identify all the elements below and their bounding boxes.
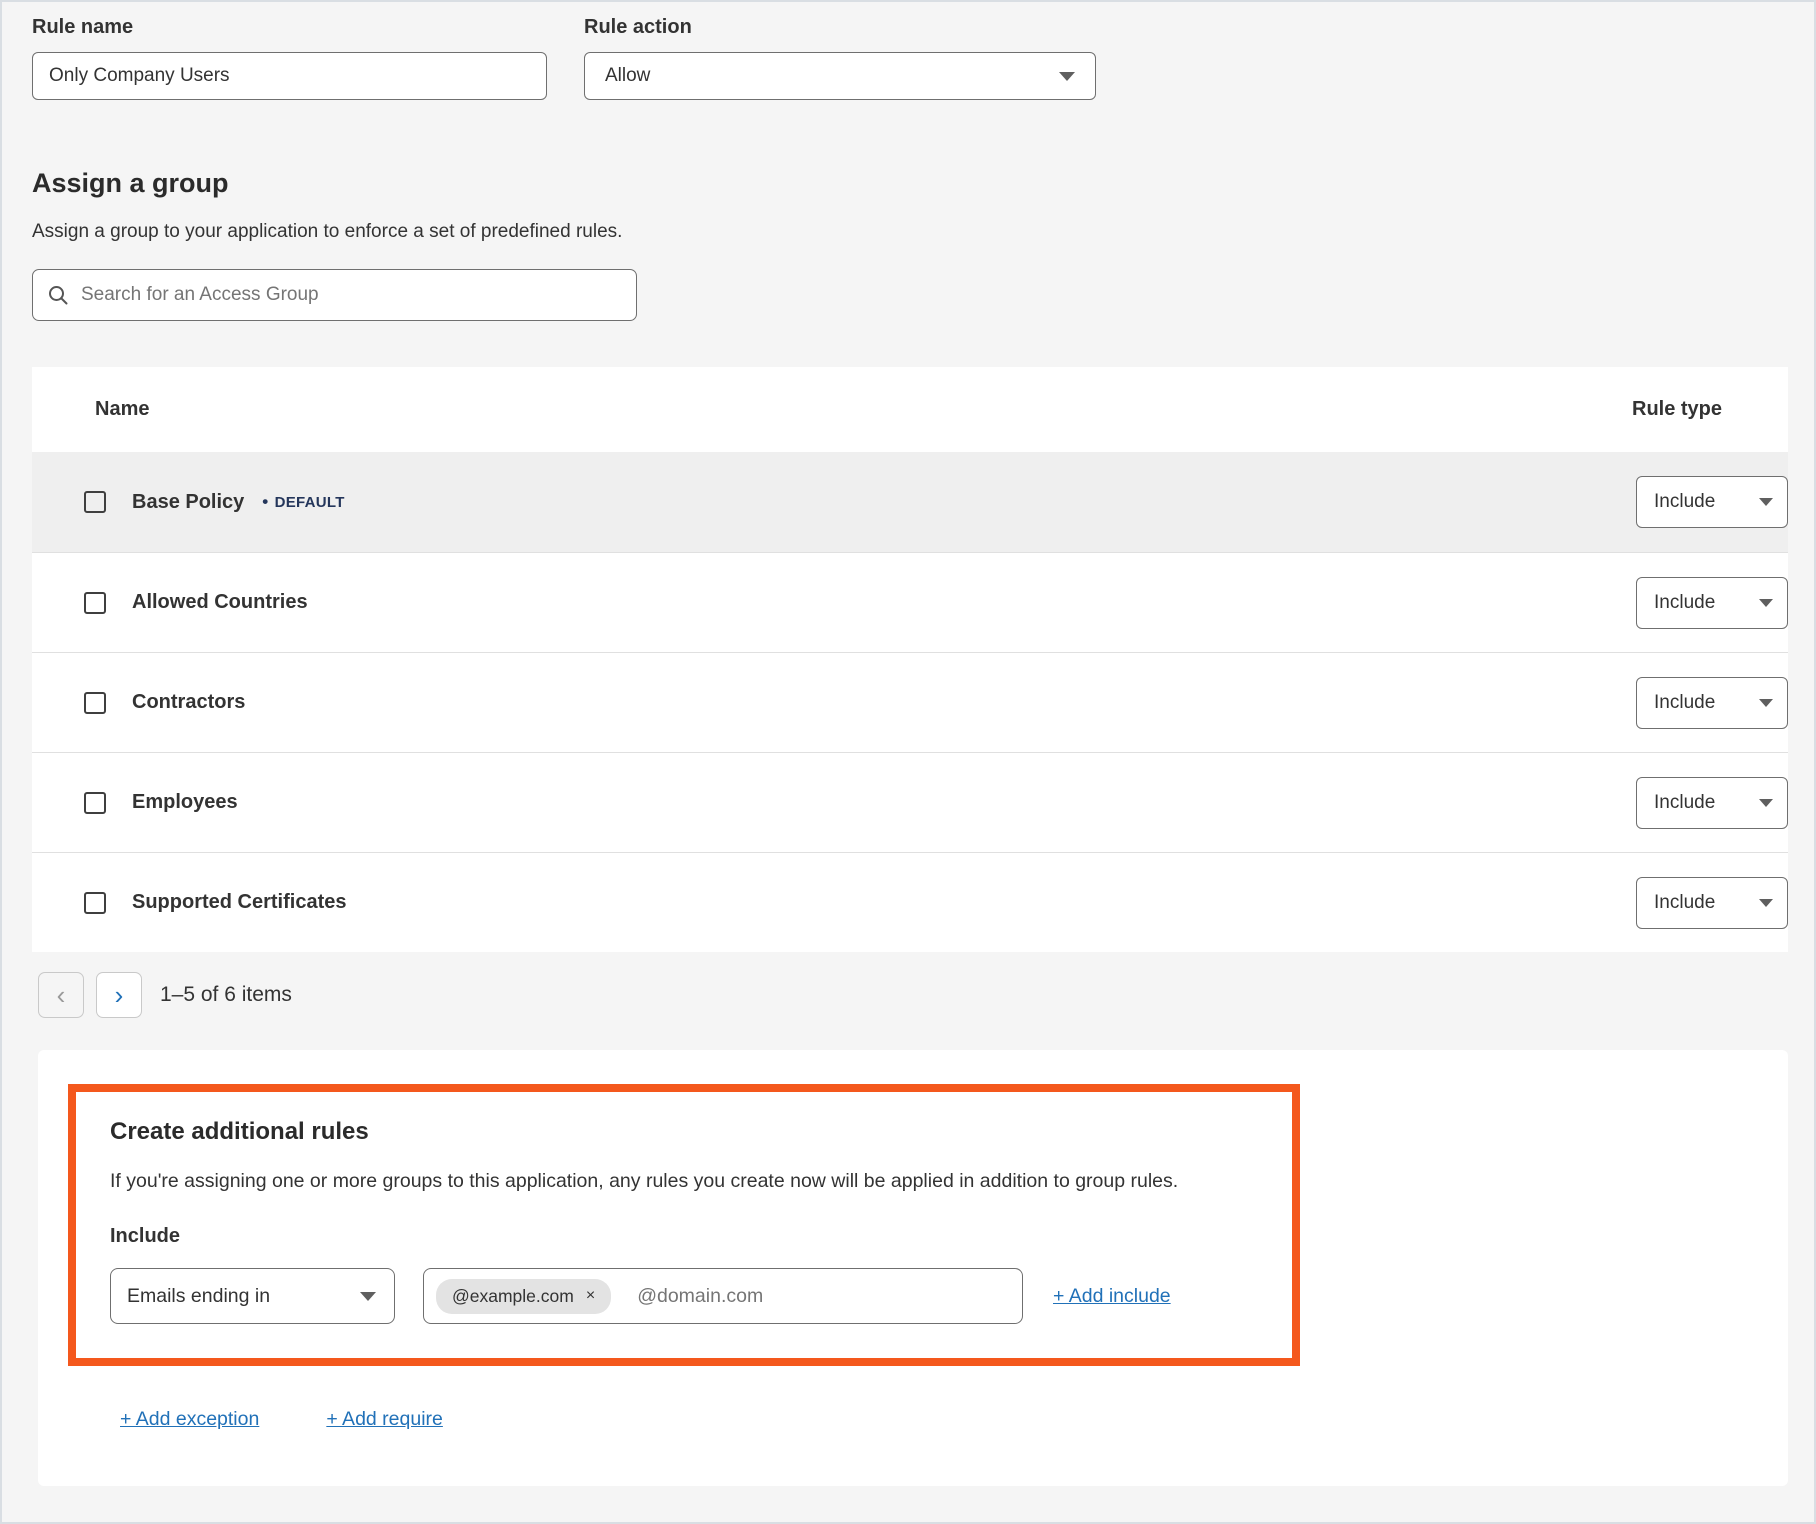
rule-type-select[interactable]: Include — [1636, 577, 1788, 629]
table-header-row: Name Rule type — [32, 367, 1788, 452]
rule-type-value: Include — [1654, 592, 1715, 614]
search-icon — [47, 284, 69, 306]
chevron-down-icon — [1759, 699, 1773, 707]
access-group-search[interactable] — [32, 269, 637, 321]
pagination: ‹ › 1–5 of 6 items — [38, 972, 1814, 1018]
rule-action-value: Allow — [605, 65, 650, 87]
rule-type-value: Include — [1654, 491, 1715, 513]
pagination-label: 1–5 of 6 items — [160, 983, 292, 1007]
next-page-button[interactable]: › — [96, 972, 142, 1018]
table-row: Allowed Countries Include — [32, 552, 1788, 652]
rule-type-select[interactable]: Include — [1636, 877, 1788, 929]
rule-type-select[interactable]: Include — [1636, 476, 1788, 528]
chevron-down-icon — [360, 1292, 376, 1301]
table-row: Employees Include — [32, 752, 1788, 852]
row-checkbox[interactable] — [84, 592, 106, 614]
search-input[interactable] — [81, 270, 622, 320]
additional-rules-heading: Create additional rules — [110, 1118, 1258, 1146]
add-exception-link[interactable]: + Add exception — [120, 1408, 259, 1431]
row-group-name: Employees — [132, 791, 238, 814]
table-body: Base Policy •DEFAULT Include Allowed Cou… — [32, 452, 1788, 952]
column-header-rule-type: Rule type — [1632, 398, 1722, 421]
row-checkbox[interactable] — [84, 892, 106, 914]
condition-value: Emails ending in — [127, 1285, 270, 1308]
chevron-down-icon — [1759, 899, 1773, 907]
rule-type-select[interactable]: Include — [1636, 777, 1788, 829]
highlight-annotation-box: Create additional rules If you're assign… — [68, 1084, 1300, 1366]
email-chip-value: @example.com — [452, 1286, 574, 1307]
badge-dot: • — [262, 492, 268, 511]
column-header-name: Name — [95, 398, 149, 421]
chevron-down-icon — [1759, 599, 1773, 607]
include-rule-controls: Emails ending in @example.com × @domain.… — [110, 1268, 1258, 1324]
chevron-right-icon: › — [115, 982, 124, 1008]
footer-links: + Add exception + Add require — [120, 1408, 1788, 1431]
additional-rules-description: If you're assigning one or more groups t… — [110, 1170, 1258, 1193]
rule-form: Rule name Rule action Allow — [2, 2, 1814, 100]
rule-type-select[interactable]: Include — [1636, 677, 1788, 729]
row-group-name: Allowed Countries — [132, 591, 308, 614]
row-group-name: Base Policy — [132, 491, 244, 514]
rule-type-value: Include — [1654, 892, 1715, 914]
row-group-name: Contractors — [132, 691, 245, 714]
table-row: Base Policy •DEFAULT Include — [32, 452, 1788, 552]
row-checkbox[interactable] — [84, 491, 106, 513]
access-groups-table: Name Rule type Base Policy •DEFAULT Incl… — [32, 367, 1788, 952]
chip-close-icon[interactable]: × — [586, 1288, 595, 1304]
email-domain-input[interactable]: @example.com × @domain.com — [423, 1268, 1023, 1324]
chevron-down-icon — [1059, 72, 1075, 81]
row-checkbox[interactable] — [84, 792, 106, 814]
add-include-link[interactable]: + Add include — [1053, 1285, 1171, 1308]
condition-select[interactable]: Emails ending in — [110, 1268, 395, 1324]
add-require-link[interactable]: + Add require — [326, 1408, 443, 1431]
assign-group-description: Assign a group to your application to en… — [32, 221, 1814, 243]
rule-type-value: Include — [1654, 792, 1715, 814]
rule-action-select[interactable]: Allow — [584, 52, 1096, 100]
assign-group-heading: Assign a group — [32, 168, 1814, 199]
table-row: Contractors Include — [32, 652, 1788, 752]
email-input-placeholder: @domain.com — [637, 1285, 763, 1308]
additional-rules-panel: Create additional rules If you're assign… — [38, 1050, 1788, 1486]
include-label: Include — [110, 1225, 1258, 1248]
rule-action-label: Rule action — [584, 16, 1096, 39]
rule-name-label: Rule name — [32, 16, 547, 39]
default-badge: •DEFAULT — [262, 492, 344, 512]
rule-name-field-group: Rule name — [32, 16, 547, 100]
email-chip: @example.com × — [436, 1279, 611, 1314]
row-checkbox[interactable] — [84, 692, 106, 714]
rule-type-value: Include — [1654, 692, 1715, 714]
chevron-down-icon — [1759, 498, 1773, 506]
rule-name-input[interactable] — [32, 52, 547, 100]
chevron-down-icon — [1759, 799, 1773, 807]
row-group-name: Supported Certificates — [132, 891, 346, 914]
table-row: Supported Certificates Include — [32, 852, 1788, 952]
chevron-left-icon: ‹ — [57, 982, 66, 1008]
rule-action-field-group: Rule action Allow — [584, 16, 1096, 100]
previous-page-button[interactable]: ‹ — [38, 972, 84, 1018]
